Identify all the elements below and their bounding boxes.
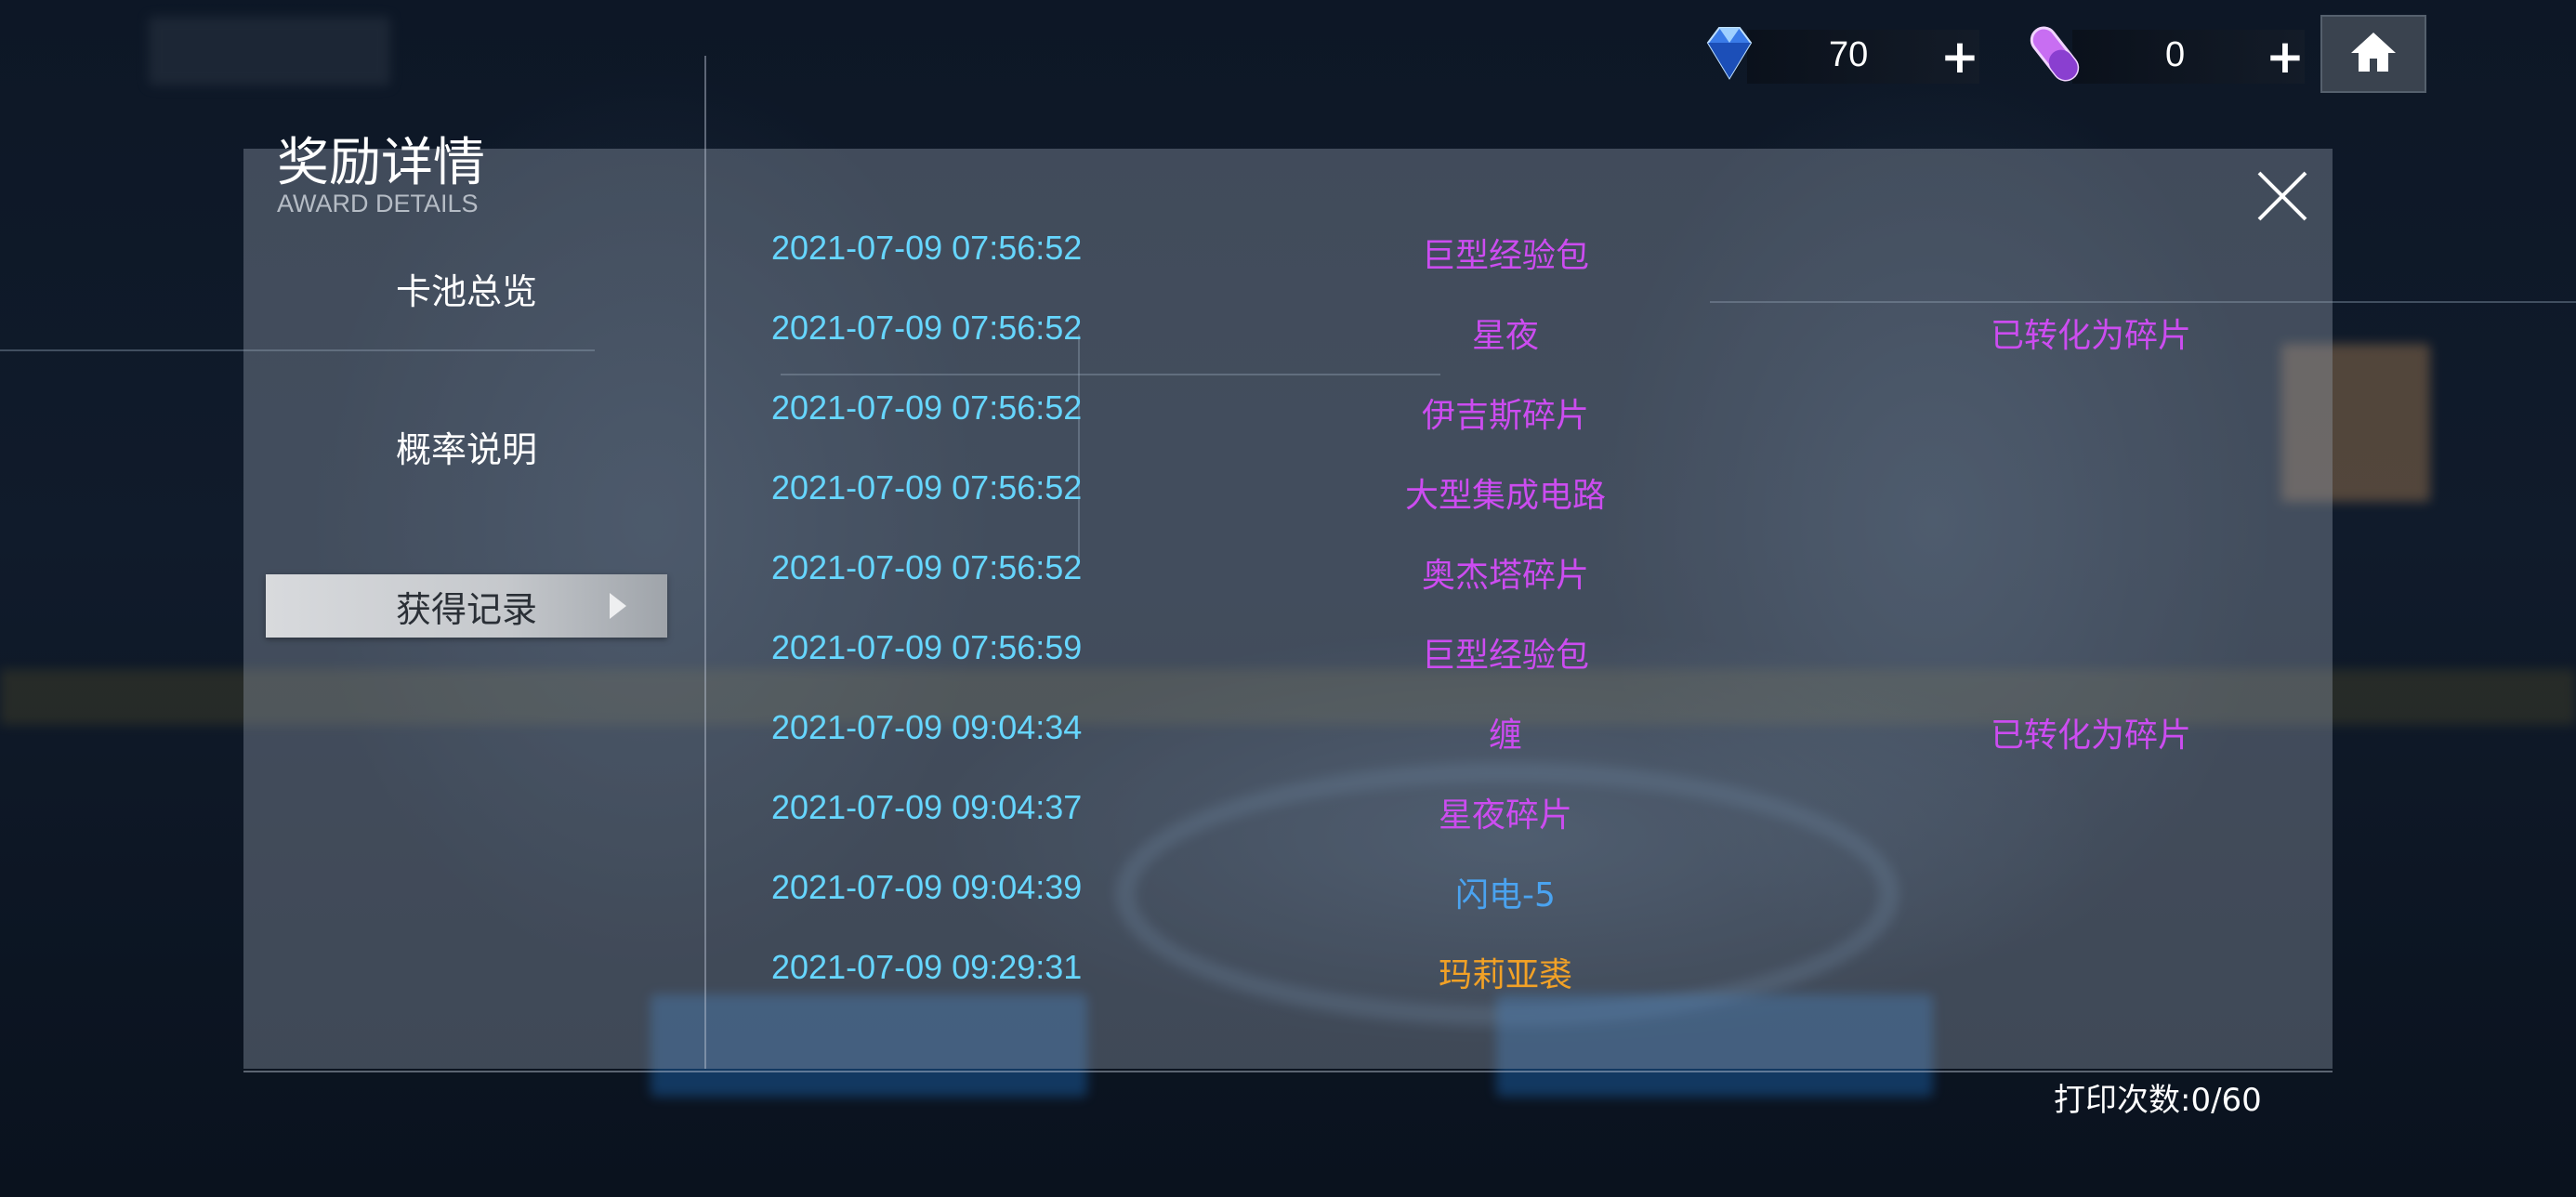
table-row: 2021-07-09 09:29:31 玛莉亚裘 <box>743 948 2305 1028</box>
close-button[interactable] <box>2254 167 2311 225</box>
record-time: 2021-07-09 07:56:52 <box>771 229 1083 267</box>
record-item: 伊吉斯碎片 <box>1421 397 1589 435</box>
diamond-count: 70 <box>1829 35 1869 74</box>
background-back-button <box>149 17 390 86</box>
panel-footer-divider <box>243 1071 2333 1072</box>
record-item: 星夜 <box>1471 317 1539 355</box>
record-item: 闪电-5 <box>1455 876 1556 914</box>
table-row: 2021-07-09 09:04:39 闪电-5 <box>743 868 2305 948</box>
table-row: 2021-07-09 07:56:52 大型集成电路 <box>743 468 2305 548</box>
table-row: 2021-07-09 09:04:37 星夜碎片 <box>743 788 2305 868</box>
tab-label: 卡池总览 <box>395 270 537 312</box>
add-capsule-button[interactable]: + <box>2266 33 2305 80</box>
record-time: 2021-07-09 09:04:34 <box>771 708 1083 746</box>
record-time: 2021-07-09 09:29:31 <box>771 948 1083 986</box>
capsule-icon <box>2022 19 2087 89</box>
table-row: 2021-07-09 07:56:52 奥杰塔碎片 <box>743 548 2305 628</box>
record-item: 奥杰塔碎片 <box>1421 557 1589 595</box>
record-time: 2021-07-09 07:56:52 <box>771 468 1083 506</box>
add-diamond-button[interactable]: + <box>1940 33 1979 80</box>
dialog-subtitle: AWARD DETAILS <box>277 190 479 217</box>
tab-obtain-record[interactable]: 获得记录 <box>266 574 667 638</box>
home-button[interactable] <box>2320 15 2426 93</box>
record-item: 大型集成电路 <box>1404 477 1606 515</box>
table-row: 2021-07-09 07:56:59 巨型经验包 <box>743 628 2305 708</box>
record-list: 2021-07-09 07:56:52 巨型经验包 2021-07-09 07:… <box>743 229 2305 1028</box>
record-item: 玛莉亚裘 <box>1438 956 1572 994</box>
table-row: 2021-07-09 07:56:52 伊吉斯碎片 <box>743 388 2305 468</box>
record-time: 2021-07-09 09:04:37 <box>771 788 1083 826</box>
tab-probability[interactable]: 概率说明 <box>266 414 667 478</box>
record-item: 星夜碎片 <box>1438 796 1572 835</box>
table-row: 2021-07-09 09:04:34 缠 已转化为碎片 <box>743 708 2305 788</box>
record-note: 已转化为碎片 <box>1990 717 2191 755</box>
screen: 70 + 0 + 奖励详情 AWARD DETAILS 卡池总览 概率说明 获得… <box>0 0 2576 1197</box>
record-item: 巨型经验包 <box>1421 237 1589 275</box>
record-time: 2021-07-09 09:04:39 <box>771 868 1083 906</box>
record-time: 2021-07-09 07:56:52 <box>771 548 1083 586</box>
record-time: 2021-07-09 07:56:52 <box>771 388 1083 427</box>
close-icon <box>2254 171 2311 229</box>
capsule-count: 0 <box>2165 35 2186 74</box>
tab-label: 获得记录 <box>395 588 537 630</box>
table-row: 2021-07-09 07:56:52 巨型经验包 <box>743 229 2305 309</box>
record-note: 已转化为碎片 <box>1990 317 2191 355</box>
panel-divider <box>704 56 706 1069</box>
record-item: 巨型经验包 <box>1421 637 1589 675</box>
print-count: 打印次数:0/60 <box>2054 1082 2262 1119</box>
chevron-right-icon <box>610 593 626 619</box>
dialog-title: 奖励详情 <box>277 133 485 193</box>
table-row: 2021-07-09 07:56:52 星夜 已转化为碎片 <box>743 309 2305 388</box>
tab-pool-overview[interactable]: 卡池总览 <box>266 256 667 320</box>
record-item: 缠 <box>1488 717 1522 755</box>
home-icon <box>2347 29 2399 79</box>
record-time: 2021-07-09 07:56:59 <box>771 628 1083 666</box>
tab-label: 概率说明 <box>395 428 537 470</box>
record-time: 2021-07-09 07:56:52 <box>771 309 1083 347</box>
diamond-icon <box>1697 20 1762 86</box>
